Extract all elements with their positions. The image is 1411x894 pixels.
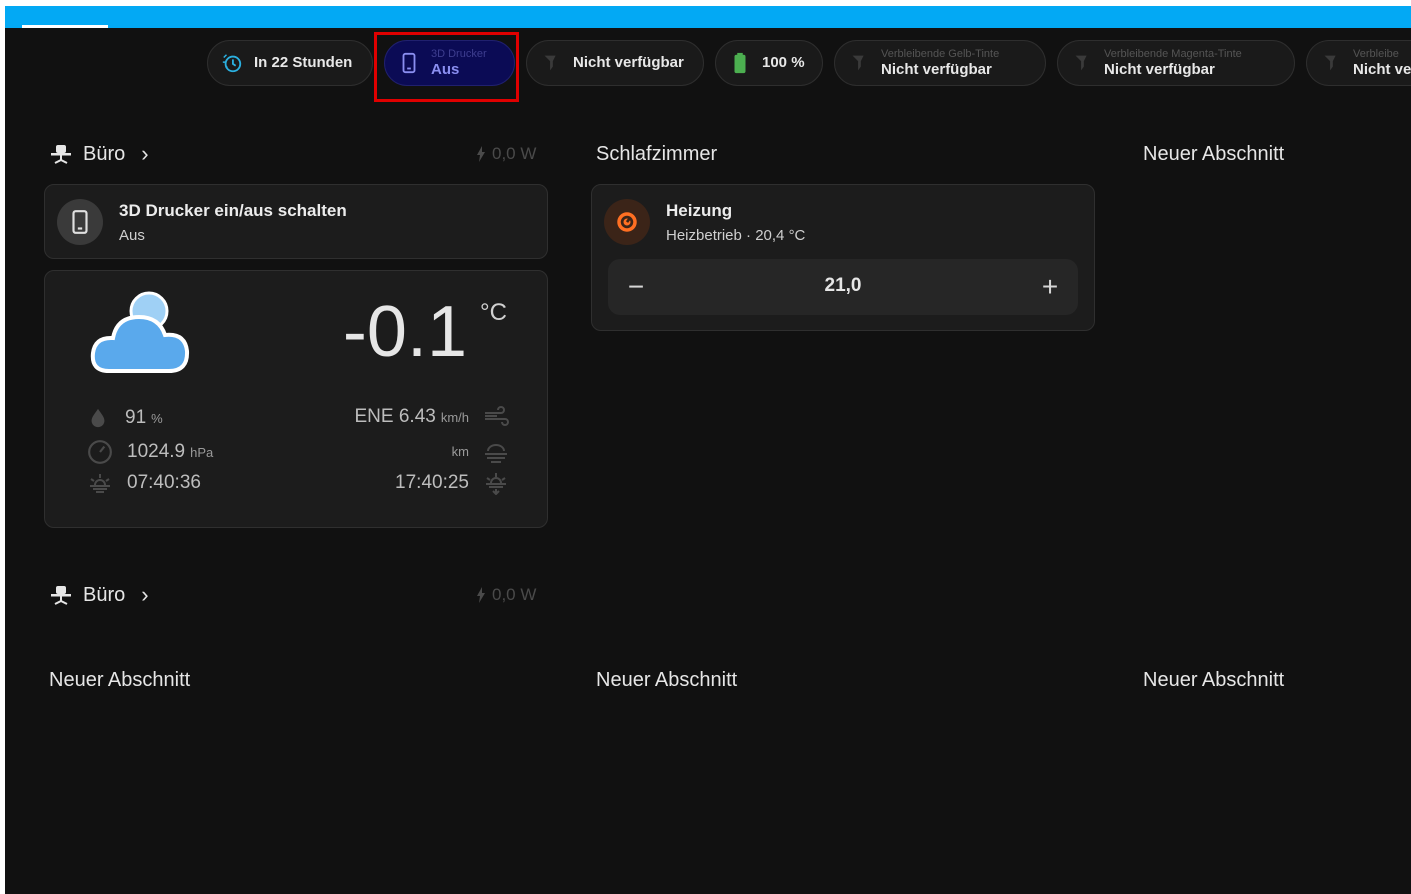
partly-cloudy-icon xyxy=(87,283,197,384)
ink-drop-icon xyxy=(1070,51,1094,75)
weather-temperature-unit: °C xyxy=(480,299,507,326)
section-title: Neuer Abschnitt xyxy=(1143,669,1285,691)
chevron-right-icon: › xyxy=(141,582,149,607)
sunset-icon xyxy=(483,471,509,495)
target-temperature-stepper: − 21,0 + xyxy=(608,259,1078,315)
weather-wind: ENE 6.43 km/h xyxy=(355,405,510,429)
area-heading-buero[interactable]: Büro › xyxy=(49,141,149,167)
area-heading-buero-2[interactable]: Büro › xyxy=(49,582,149,608)
badge-state: In 22 Stunden xyxy=(254,54,353,71)
battery-full-icon xyxy=(728,51,752,75)
badge-ink-magenta[interactable]: Verbleibende Magenta-Tinte Nicht verfügb… xyxy=(1057,40,1295,86)
badge-name: Verbleibe xyxy=(1353,47,1399,60)
fog-icon xyxy=(483,439,509,463)
selection-highlight xyxy=(374,32,519,102)
increase-button[interactable]: + xyxy=(1022,259,1078,315)
badge-toner[interactable]: Nicht verfügbar xyxy=(526,40,704,86)
chevron-right-icon: › xyxy=(141,141,149,166)
weather-sunset: 17:40:25 xyxy=(395,471,509,495)
badge-state: Nicht verfügbar xyxy=(1104,60,1215,78)
badge-state: Nicht verfügbar xyxy=(573,54,684,71)
section-title: Neuer Abschnitt xyxy=(49,669,191,691)
badge-timer[interactable]: In 22 Stunden xyxy=(207,40,373,86)
ink-drop-icon xyxy=(1319,51,1343,75)
power-value: 0,0 W xyxy=(492,144,537,163)
weather-humidity: 91% xyxy=(87,407,163,429)
sunrise-icon xyxy=(87,471,113,495)
area-title: Büro xyxy=(83,142,126,165)
section-title-schlafzimmer: Schlafzimmer xyxy=(596,143,718,165)
tablet-phone-icon[interactable] xyxy=(57,199,103,245)
weather-visibility: km xyxy=(447,439,509,463)
badge-name: Verbleibende Gelb-Tinte xyxy=(881,47,1000,60)
badge-state: Nicht ve xyxy=(1353,60,1411,78)
clock-timer-icon xyxy=(220,51,244,75)
gauge-icon xyxy=(87,439,113,465)
tile-state: Aus xyxy=(119,227,145,244)
top-bar xyxy=(5,6,1411,28)
active-tab-indicator xyxy=(22,25,108,28)
weather-sunrise: 07:40:36 xyxy=(87,471,201,495)
area-power: 0,0 W xyxy=(476,144,536,164)
lightning-icon xyxy=(476,587,486,603)
ink-drop-icon xyxy=(847,51,871,75)
ink-drop-icon xyxy=(539,51,563,75)
target-temperature-value: 21,0 xyxy=(824,275,862,296)
badge-ink-yellow[interactable]: Verbleibende Gelb-Tinte Nicht verfügbar xyxy=(834,40,1046,86)
badge-battery[interactable]: 100 % xyxy=(715,40,823,86)
weather-card[interactable]: -0.1 °C 91% 1024.9 hPa 07:40:36 ENE 6.43 k… xyxy=(44,270,548,528)
desk-chair-icon xyxy=(49,583,73,607)
badge-name: Verbleibende Magenta-Tinte xyxy=(1104,47,1242,60)
area-title: Büro xyxy=(83,583,126,606)
weather-temperature: -0.1 xyxy=(342,292,467,372)
heating-icon[interactable] xyxy=(604,199,650,245)
desk-chair-icon xyxy=(49,142,73,166)
lightning-icon xyxy=(476,146,486,162)
wind-icon xyxy=(483,405,509,429)
badge-state: 100 % xyxy=(762,54,805,71)
section-title: Neuer Abschnitt xyxy=(1143,143,1285,165)
tile-3d-printer-switch[interactable]: 3D Drucker ein/aus schalten Aus xyxy=(44,184,548,259)
tile-state: Heizbetrieb · 20,4 °C xyxy=(666,227,806,244)
area-power: 0,0 W xyxy=(476,585,536,605)
dashboard: In 22 Stunden 3D Drucker Aus Nicht verfü… xyxy=(5,6,1411,894)
water-percent-icon xyxy=(87,407,109,429)
weather-pressure: 1024.9 hPa xyxy=(87,439,213,465)
thermostat-tile-heizung[interactable]: Heizung Heizbetrieb · 20,4 °C − 21,0 + xyxy=(591,184,1095,331)
badge-ink-cut[interactable]: Verbleibe Nicht ve xyxy=(1306,40,1411,86)
tile-name: Heizung xyxy=(666,201,733,220)
tile-name: 3D Drucker ein/aus schalten xyxy=(119,201,347,220)
power-value: 0,0 W xyxy=(492,585,537,604)
badge-state: Nicht verfügbar xyxy=(881,60,992,78)
section-title: Neuer Abschnitt xyxy=(596,669,738,691)
